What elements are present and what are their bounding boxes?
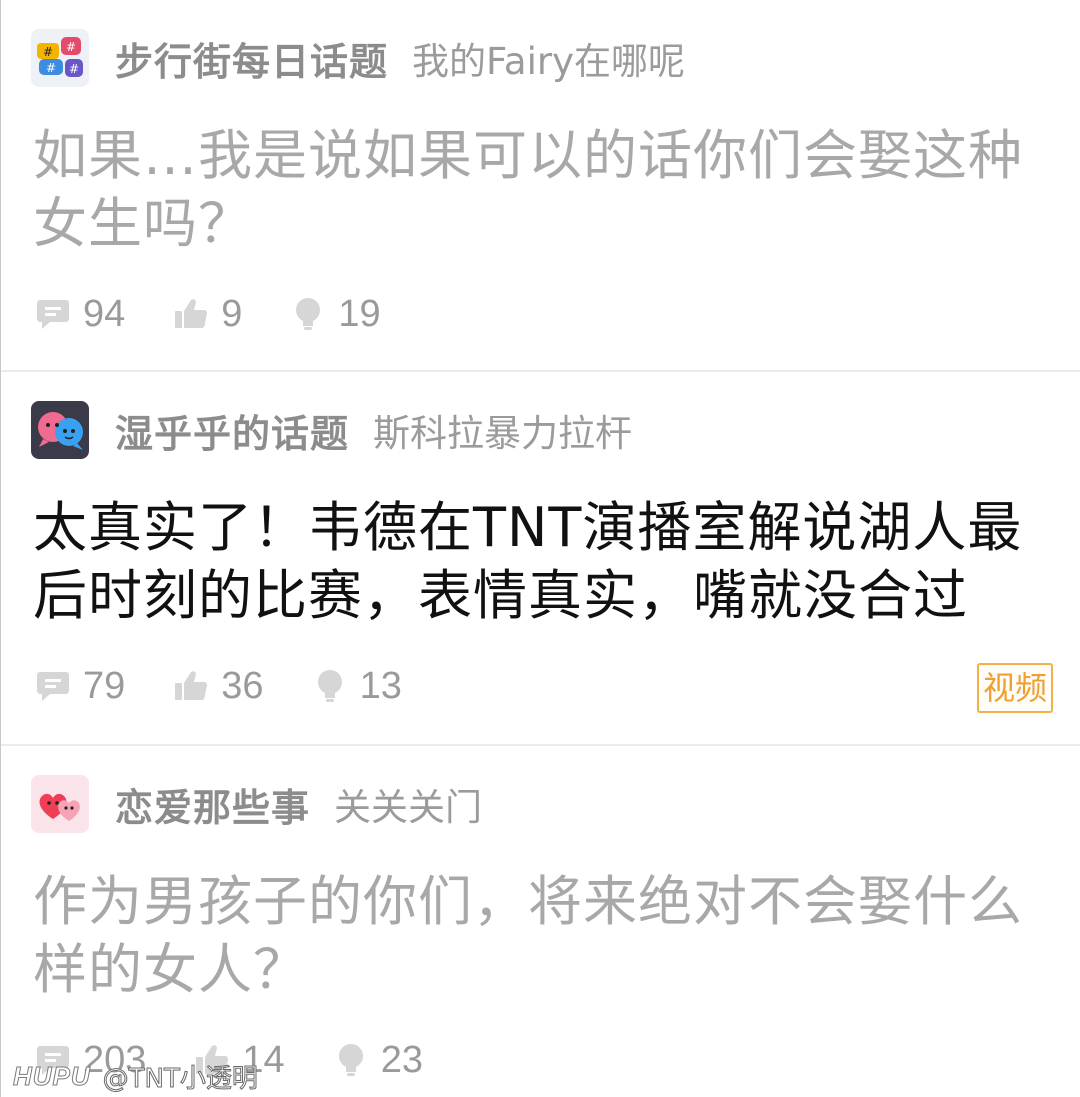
forum-name[interactable]: 湿乎乎的话题 [115,403,349,458]
author-name[interactable]: 我的Fairy在哪呢 [412,31,685,85]
thumbs-up-icon [175,299,208,329]
reply-count: 79 [35,665,125,708]
light-bulb-icon [296,298,321,330]
like-count[interactable]: 14 [194,1038,285,1082]
comment-icon [37,300,69,329]
comment-icon [37,672,69,701]
post-stats: 94 9 19 [35,290,429,338]
like-count[interactable]: 36 [173,664,264,708]
post-header: # # # # 步行街每日话题 我的Fairy在哪呢 [31,28,685,88]
like-count-value: 9 [221,292,243,335]
author-name[interactable]: 关关关门 [334,777,482,831]
post-item[interactable]: # # # # 步行街每日话题 我的Fairy在哪呢 如果…我是说如果可以的话你… [1,0,1080,372]
light-count[interactable]: 23 [333,1039,423,1082]
svg-text:#: # [46,61,56,75]
video-badge: 视频 [976,663,1053,713]
like-count-value: 36 [221,664,264,707]
post-title[interactable]: 太真实了！韦德在TNT演播室解说湖人最后时刻的比赛，表情真实，嘴就没合过 [33,494,1033,630]
hashtag-bubbles-icon[interactable]: # # # # [31,29,89,87]
heart-faces-icon[interactable] [31,775,89,833]
post-title[interactable]: 如果…我是说如果可以的话你们会娶这种女生吗？ [33,122,1033,258]
reply-count: 94 [35,293,125,336]
svg-text:#: # [69,62,79,76]
reply-count-value: 79 [83,664,126,707]
svg-text:#: # [43,45,53,59]
author-name[interactable]: 斯科拉暴力拉杆 [373,403,632,457]
thumbs-up-icon [196,1045,229,1075]
light-count[interactable]: 13 [312,665,402,708]
reply-count-value: 94 [83,292,126,335]
post-stats: 79 36 13 [35,662,450,710]
chat-faces-icon[interactable] [31,401,89,459]
post-stats: 203 14 23 [35,1036,471,1084]
post-header: 恋爱那些事 关关关门 [31,774,482,834]
post-title[interactable]: 作为男孩子的你们，将来绝对不会娶什么样的女人？ [33,868,1033,1004]
post-item[interactable]: 湿乎乎的话题 斯科拉暴力拉杆 太真实了！韦德在TNT演播室解说湖人最后时刻的比赛… [1,372,1080,746]
post-list: # # # # 步行街每日话题 我的Fairy在哪呢 如果…我是说如果可以的话你… [0,0,1080,1097]
post-item[interactable]: 恋爱那些事 关关关门 作为男孩子的你们，将来绝对不会娶什么样的女人？ 203 1… [1,746,1080,1097]
reply-count-value: 203 [83,1038,147,1081]
light-count-value: 23 [380,1038,423,1081]
forum-name[interactable]: 步行街每日话题 [115,31,388,86]
light-count-value: 13 [359,664,402,707]
reply-count: 203 [35,1039,146,1082]
forum-name[interactable]: 恋爱那些事 [115,777,310,832]
light-count-value: 19 [338,292,381,335]
like-count[interactable]: 9 [173,293,242,336]
like-count-value: 14 [242,1038,285,1081]
comment-icon [37,1046,69,1075]
light-count[interactable]: 19 [290,292,381,336]
light-bulb-icon [317,670,342,702]
light-bulb-icon [338,1044,363,1076]
svg-text:#: # [66,40,76,54]
post-header: 湿乎乎的话题 斯科拉暴力拉杆 [31,400,632,460]
thumbs-up-icon [175,671,208,701]
